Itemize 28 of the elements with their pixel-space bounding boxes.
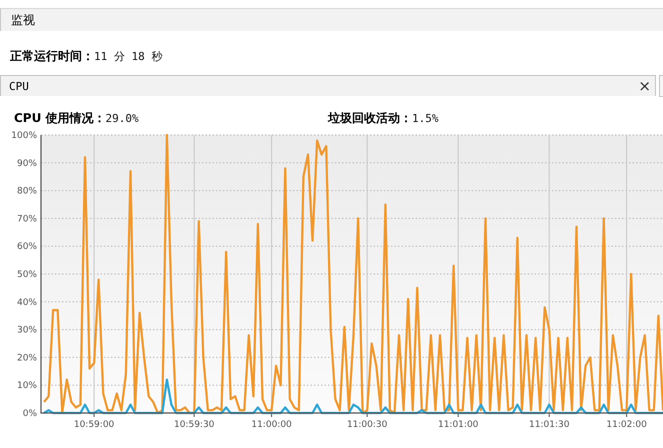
cpu-usage-label: CPU 使用情况：: [14, 110, 106, 126]
cpu-usage-value: 29.0%: [106, 112, 139, 124]
x-tick-label: 10:59:00: [74, 420, 114, 430]
uptime-value: 11 分 18 秒: [94, 48, 162, 64]
uptime-label: 正常运行时间：: [10, 48, 94, 64]
x-tick-label: 10:59:30: [174, 420, 214, 430]
gc-activity-value: 1.5%: [412, 112, 438, 124]
x-tick-label: 11:00:00: [251, 420, 292, 430]
close-button[interactable]: ×: [634, 78, 655, 94]
x-tick-label: 11:00:30: [346, 420, 388, 430]
y-tick-label: 30%: [16, 326, 37, 336]
x-tick-label: 11:01:30: [529, 420, 570, 430]
y-tick-label: 10%: [16, 381, 37, 392]
y-tick-label: 100%: [11, 131, 37, 141]
gc-activity-label: 垃圾回收活动：: [328, 110, 412, 126]
y-tick-label: 90%: [16, 158, 37, 169]
y-tick-label: 60%: [16, 242, 37, 252]
y-tick-label: 50%: [16, 270, 37, 280]
y-tick-label: 20%: [16, 353, 37, 364]
x-tick-label: 11:02:00: [606, 420, 647, 430]
section-title: 监视: [11, 12, 35, 28]
y-tick-label: 40%: [16, 298, 37, 308]
x-tick-label: 11:01:00: [438, 420, 478, 430]
panel-edge: [659, 75, 663, 97]
y-tick-label: 80%: [16, 186, 37, 197]
y-tick-label: 70%: [16, 214, 37, 224]
panel-title: CPU: [9, 80, 29, 92]
y-tick-label: 0%: [22, 409, 37, 419]
